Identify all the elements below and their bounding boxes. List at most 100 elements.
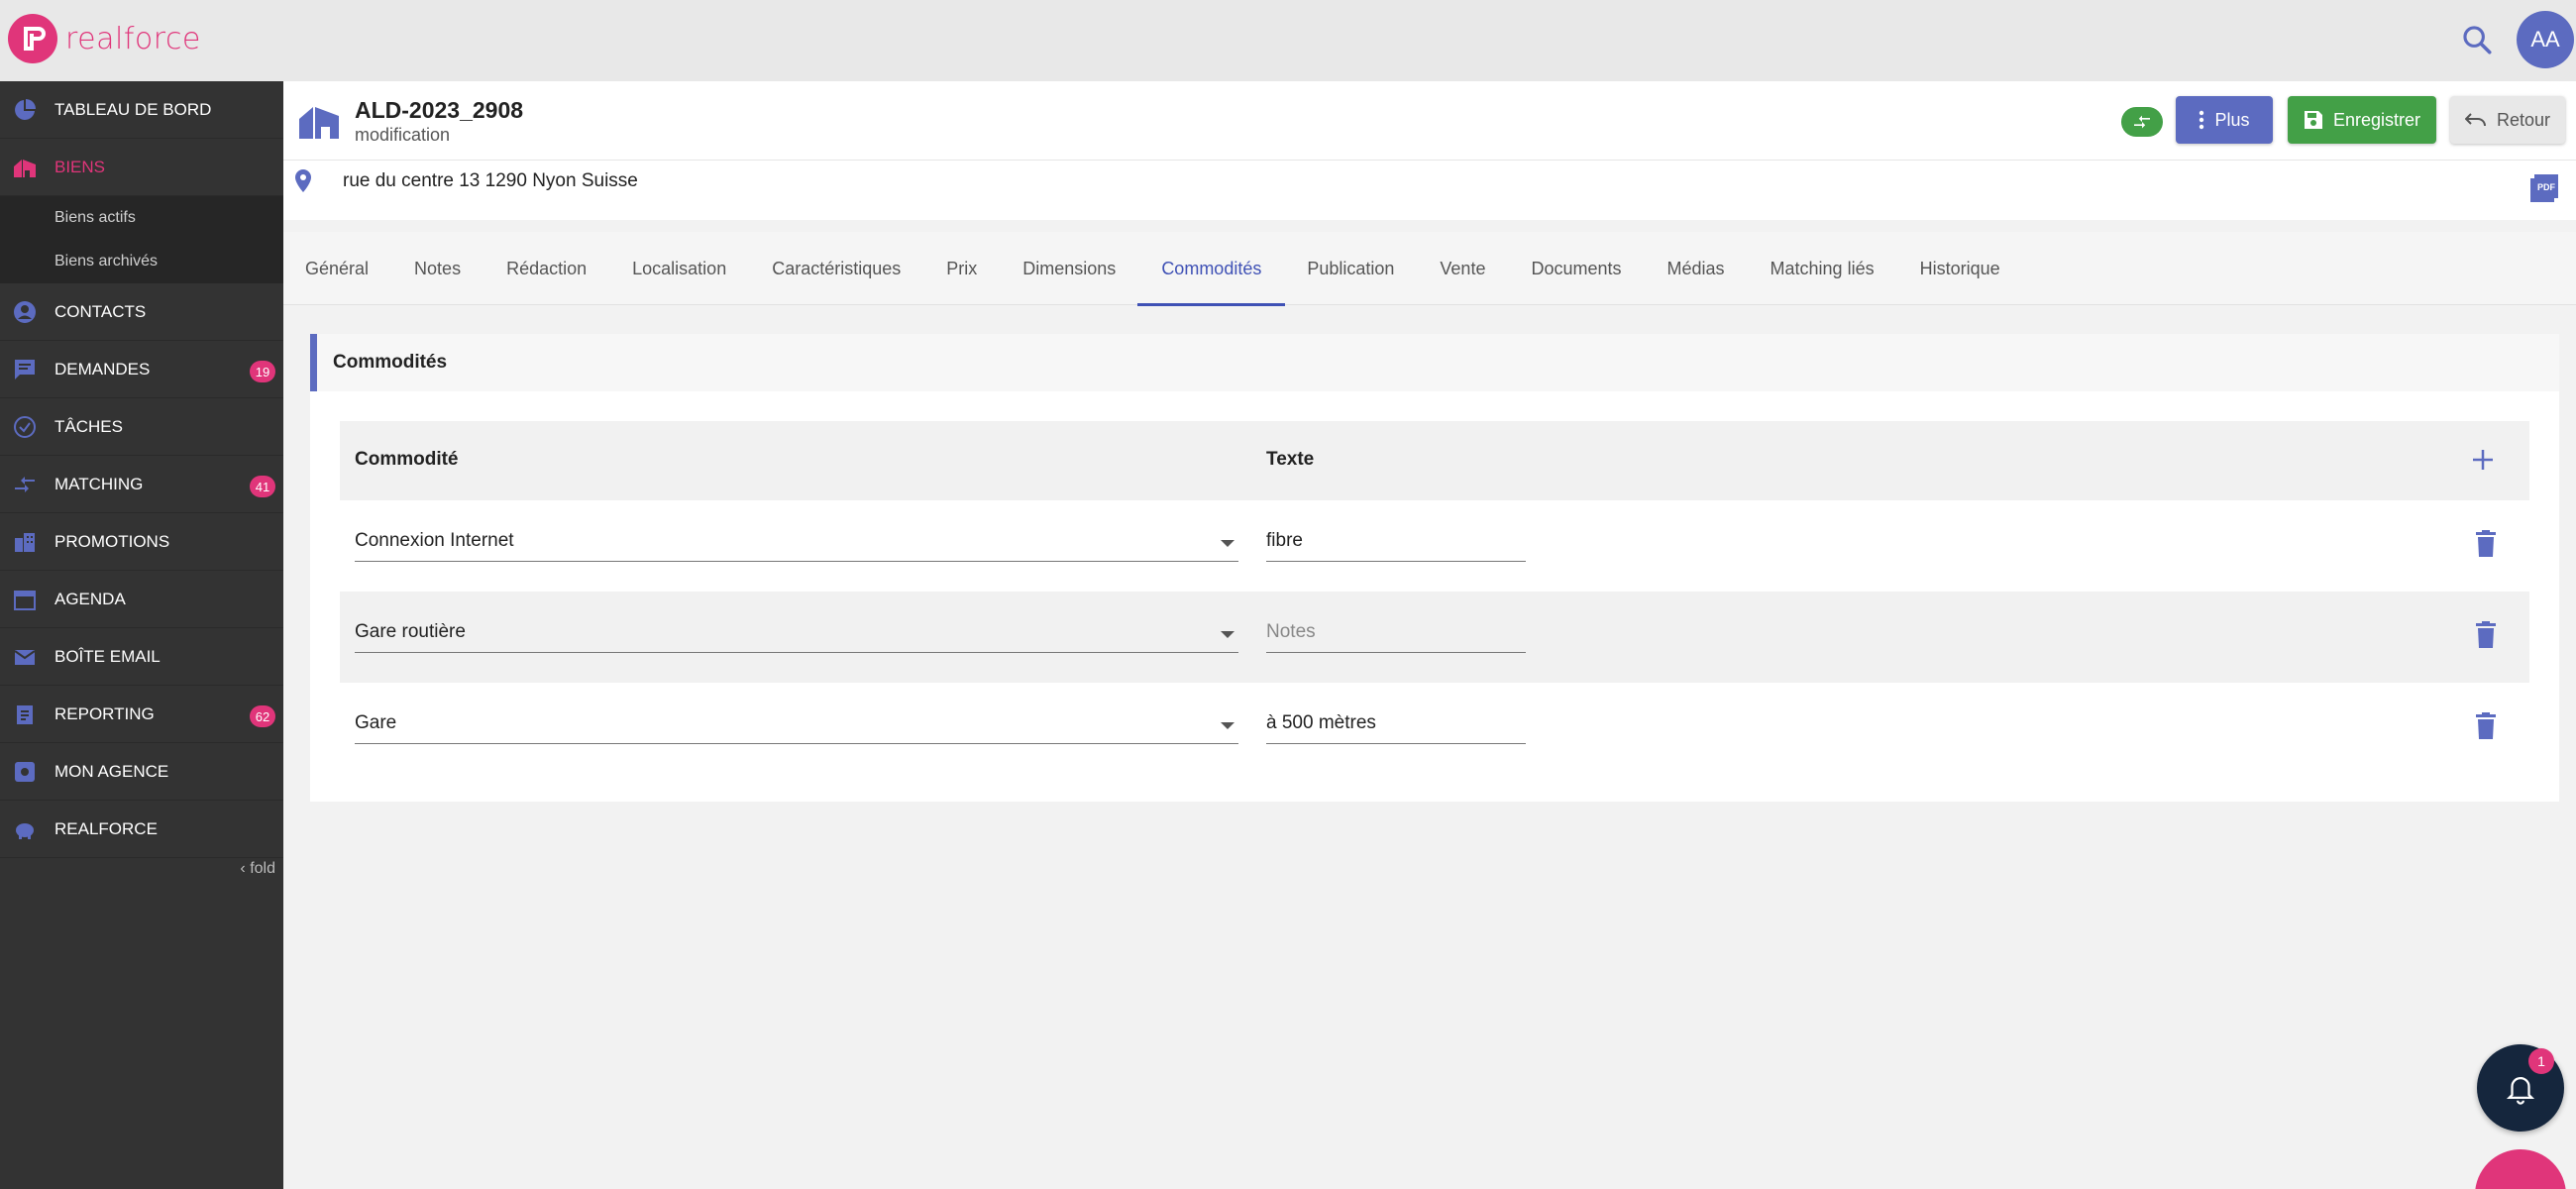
pdf-icon[interactable]: PDF	[2528, 172, 2560, 204]
sidebar-subitem-biens-actifs[interactable]: Biens actifs	[0, 196, 283, 240]
texte-input[interactable]	[1266, 526, 1526, 562]
column-header-commodite: Commodité	[355, 449, 459, 470]
location-pin-icon	[295, 169, 311, 192]
tab-caracteristiques[interactable]: Caractéristiques	[772, 232, 901, 305]
sidebar-subitem-biens-archives[interactable]: Biens archivés	[0, 240, 283, 283]
undo-icon	[2464, 112, 2487, 128]
svg-text:PDF: PDF	[2537, 182, 2556, 192]
sidebar-item-matching[interactable]: MATCHING 41	[0, 456, 283, 513]
sidebar-item-label: DEMANDES	[54, 359, 151, 378]
sidebar-item-boite-email[interactable]: BOÎTE EMAIL	[0, 628, 283, 686]
sidebar-item-label: CONTACTS	[54, 301, 147, 321]
more-vert-icon	[2199, 110, 2204, 130]
tab-matching-lies[interactable]: Matching liés	[1771, 232, 1875, 305]
sidebar-item-agenda[interactable]: AGENDA	[0, 571, 283, 628]
sidebar-item-label: AGENDA	[54, 589, 126, 608]
home-icon	[12, 155, 38, 180]
tab-dimensions[interactable]: Dimensions	[1022, 232, 1116, 305]
page-title: ALD-2023_2908	[355, 97, 524, 123]
property-tabs: Général Notes Rédaction Localisation Car…	[283, 232, 2576, 306]
sidebar-item-label: MON AGENCE	[54, 761, 169, 781]
mail-icon	[12, 644, 38, 670]
sidebar-item-promotions[interactable]: PROMOTIONS	[0, 513, 283, 571]
house-icon	[299, 107, 339, 139]
panel-title: Commodités	[333, 352, 448, 373]
dropdown-arrow-icon	[1221, 631, 1234, 638]
tab-notes[interactable]: Notes	[414, 232, 461, 305]
delete-icon[interactable]	[2475, 530, 2497, 558]
tab-documents[interactable]: Documents	[1531, 232, 1621, 305]
avatar[interactable]: AA	[2517, 11, 2574, 68]
texte-input[interactable]	[1266, 708, 1526, 744]
sidebar-item-demandes[interactable]: DEMANDES 19	[0, 341, 283, 398]
commodite-select-value: Gare routière	[355, 621, 466, 642]
tab-general[interactable]: Général	[305, 232, 369, 305]
table-header: Commodité Texte	[340, 421, 2529, 500]
sidebar-item-reporting[interactable]: REPORTING 62	[0, 686, 283, 743]
texte-input[interactable]	[1266, 617, 1526, 653]
dashboard-icon	[12, 97, 38, 123]
back-button-label: Retour	[2496, 109, 2551, 130]
sidebar-item-label: REALFORCE	[54, 818, 158, 838]
sidebar-item-contacts[interactable]: CONTACTS	[0, 283, 283, 341]
sidebar-item-label: REPORTING	[54, 703, 155, 723]
back-button[interactable]: Retour	[2450, 96, 2565, 144]
address-row: rue du centre 13 1290 Nyon Suisse PDF	[283, 161, 2576, 220]
sidebar-item-label: BIENS	[54, 157, 106, 176]
column-header-texte: Texte	[1266, 449, 1315, 470]
compare-arrows-icon	[2134, 115, 2150, 129]
sidebar-item-realforce[interactable]: REALFORCE	[0, 801, 283, 858]
tab-commodites[interactable]: Commodités	[1137, 232, 1286, 306]
commodite-select[interactable]: Gare routière	[355, 617, 1238, 653]
delete-icon[interactable]	[2475, 712, 2497, 740]
tab-prix[interactable]: Prix	[946, 232, 977, 305]
sidebar-item-label: TABLEAU DE BORD	[54, 99, 212, 119]
tab-historique[interactable]: Historique	[1920, 232, 2000, 305]
check-circle-icon	[12, 414, 38, 440]
dropdown-arrow-icon	[1221, 722, 1234, 729]
tab-redaction[interactable]: Rédaction	[506, 232, 587, 305]
brand-name: realforce	[65, 21, 201, 56]
add-icon[interactable]	[2470, 447, 2496, 473]
commodites-panel: Commodités Commodité Texte Connexion Int…	[310, 334, 2559, 802]
fold-label: fold	[250, 860, 275, 877]
property-address: rue du centre 13 1290 Nyon Suisse	[343, 170, 638, 191]
tab-localisation[interactable]: Localisation	[632, 232, 726, 305]
buildings-icon	[12, 529, 38, 555]
save-button-label: Enregistrer	[2332, 109, 2421, 130]
sidebar-item-label: PROMOTIONS	[54, 531, 170, 551]
fold-sidebar-button[interactable]: ‹ fold	[240, 860, 275, 878]
commodite-select[interactable]: Connexion Internet	[355, 526, 1238, 562]
realforce-logo-icon	[8, 14, 57, 63]
top-bar: realforce AA	[0, 0, 2576, 81]
tab-publication[interactable]: Publication	[1307, 232, 1394, 305]
tab-vente[interactable]: Vente	[1440, 232, 1485, 305]
delete-icon[interactable]	[2475, 621, 2497, 649]
piggy-icon	[12, 816, 38, 842]
sidebar-item-tableau-de-bord[interactable]: TABLEAU DE BORD	[0, 81, 283, 139]
search-icon[interactable]	[2457, 20, 2497, 59]
sidebar-item-mon-agence[interactable]: MON AGENCE	[0, 743, 283, 801]
page-subtitle: modification	[355, 125, 451, 145]
compare-arrows-icon	[12, 472, 38, 497]
sidebar-item-biens[interactable]: BIENS	[0, 139, 283, 196]
sidebar-item-label: BOÎTE EMAIL	[54, 646, 161, 666]
tab-medias[interactable]: Médias	[1667, 232, 1725, 305]
sidebar-item-taches[interactable]: TÂCHES	[0, 398, 283, 456]
panel-header: Commodités	[310, 334, 2559, 391]
property-header: ALD-2023_2908 modification Plus Enregist…	[283, 81, 2576, 161]
agency-icon	[12, 759, 38, 785]
reporting-count-badge: 62	[250, 705, 275, 727]
chat-button[interactable]	[2475, 1149, 2566, 1189]
table-row: Connexion Internet	[340, 500, 2529, 592]
matching-count-badge: 41	[250, 476, 275, 497]
matching-toggle-button[interactable]	[2121, 107, 2163, 137]
dropdown-arrow-icon	[1221, 540, 1234, 547]
notification-count-badge: 1	[2528, 1048, 2554, 1074]
table-row: Gare	[340, 683, 2529, 774]
realforce-logo[interactable]: realforce	[8, 14, 201, 63]
commodite-select[interactable]: Gare	[355, 708, 1238, 744]
chat-icon	[12, 357, 38, 382]
save-button[interactable]: Enregistrer	[2288, 96, 2436, 144]
more-button[interactable]: Plus	[2176, 96, 2273, 144]
